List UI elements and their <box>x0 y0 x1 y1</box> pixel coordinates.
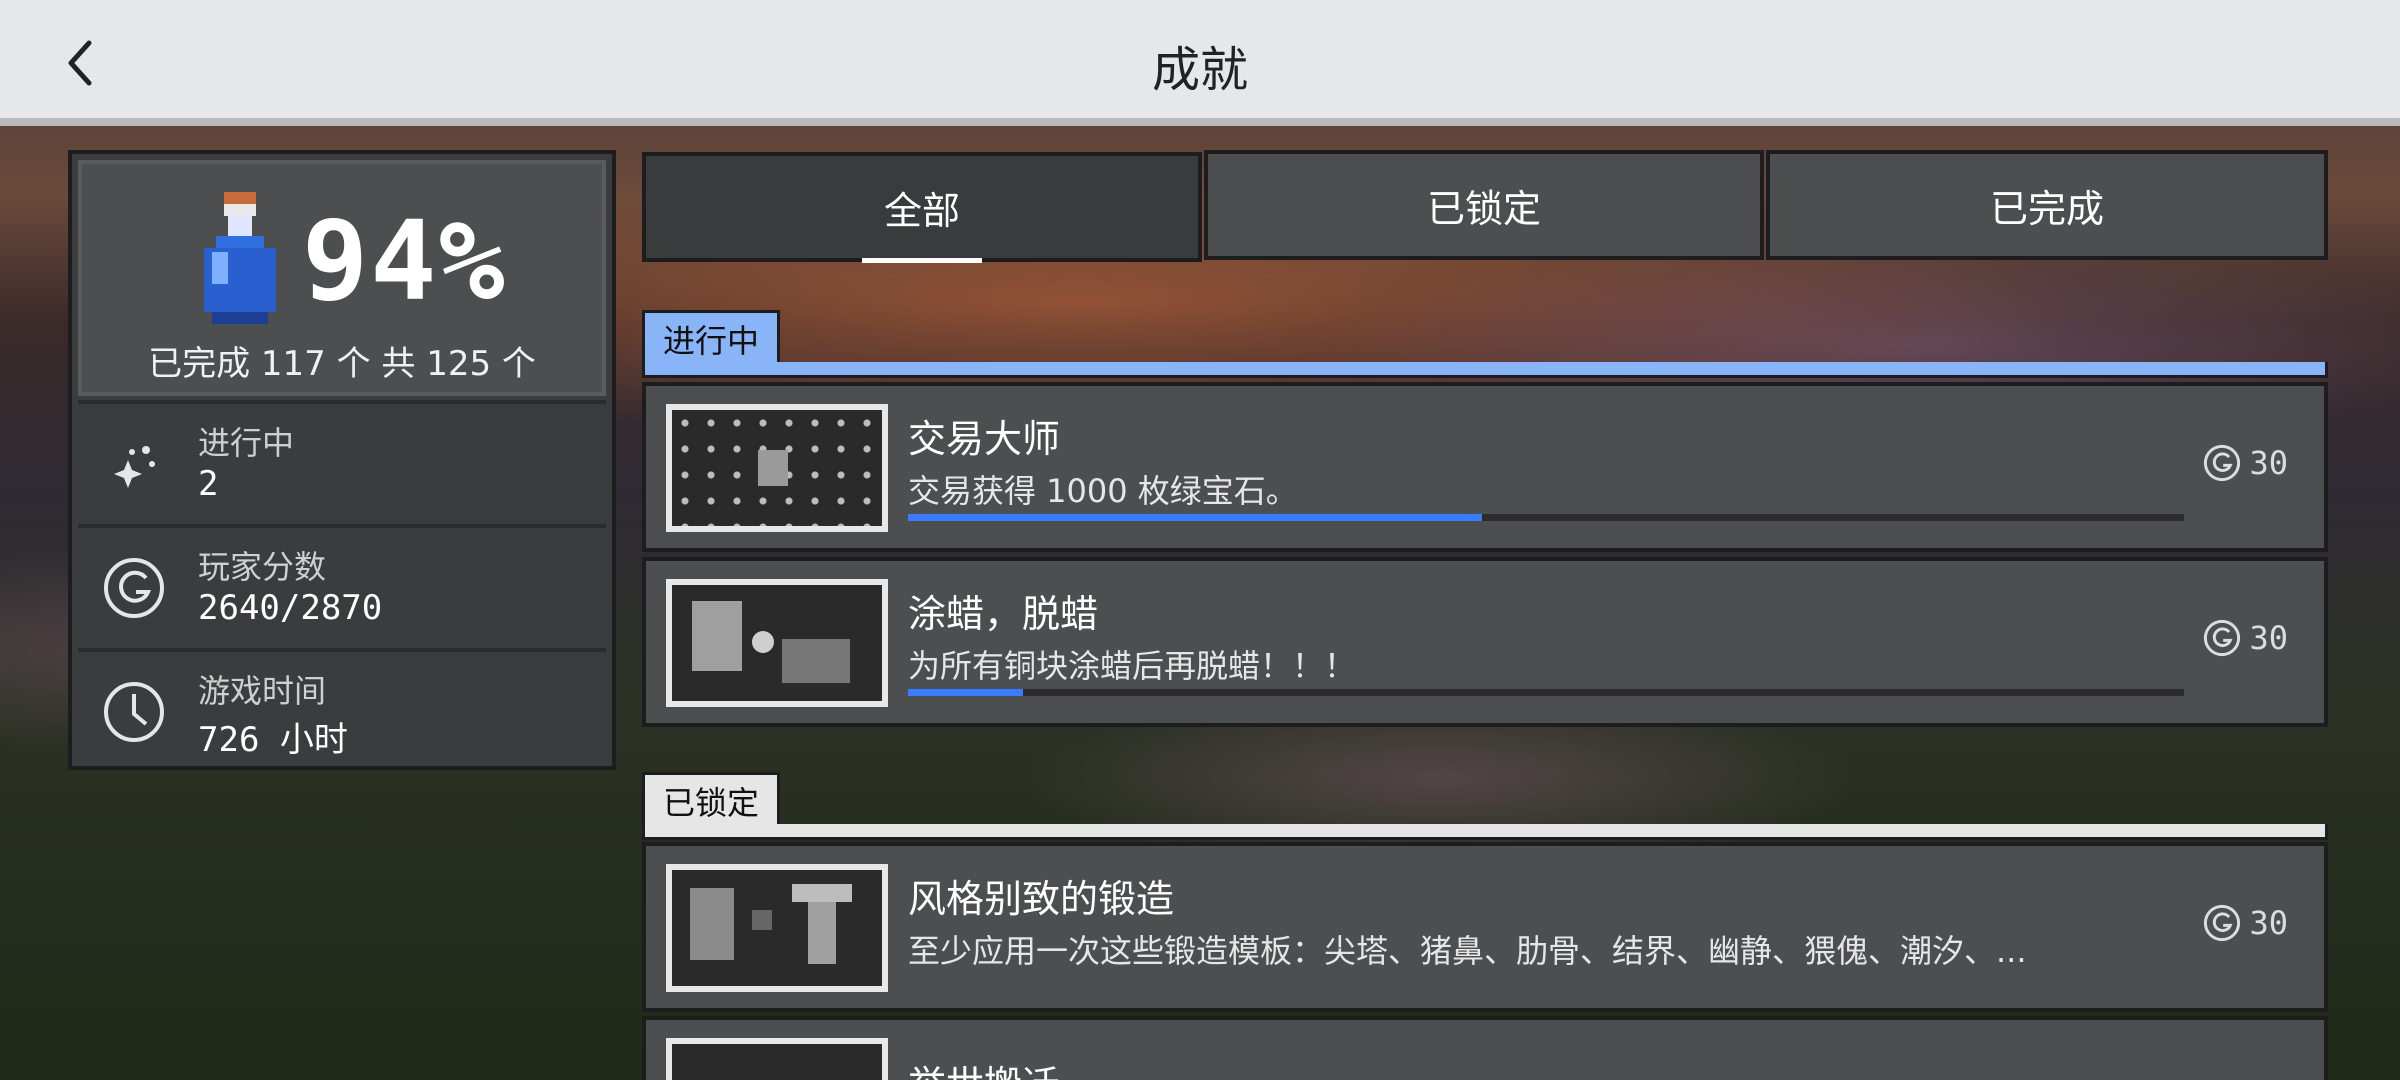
achievement-description: 至少应用一次这些锻造模板：尖塔、猪鼻、肋骨、结界、幽静、猥傀、潮汐、... <box>908 932 2027 970</box>
section-header-locked: 已锁定 <box>642 772 781 826</box>
achievement-score-value: 30 <box>2249 444 2288 482</box>
gamerscore-icon <box>2204 444 2241 482</box>
summary-panel: 94% 已完成 117 个 共 125 个 进行中 2 玩家分数 2640/28… <box>68 150 616 770</box>
stat-label: 游戏时间 <box>198 672 327 710</box>
page-title: 成就 <box>1151 42 1248 98</box>
top-bar: 成就 <box>0 0 2400 126</box>
completion-percent: 94% <box>302 197 507 325</box>
completion-summary: 94% 已完成 117 个 共 125 个 <box>78 160 606 396</box>
tab-all[interactable]: 全部 <box>642 152 1202 262</box>
achievement-card[interactable]: 交易大师 交易获得 1000 枚绿宝石。 30 <box>642 382 2328 552</box>
tab-label: 已锁定 <box>1426 186 1541 231</box>
achievement-score: 30 <box>2203 904 2288 942</box>
achievement-score-value: 30 <box>2249 904 2288 942</box>
achievement-score: 30 <box>2203 619 2288 657</box>
achievement-description: 交易获得 1000 枚绿宝石。 <box>908 472 1298 510</box>
gamerscore-icon <box>104 558 164 618</box>
section-divider <box>642 824 2328 840</box>
gamerscore-icon <box>2204 904 2241 942</box>
achievement-score-value: 30 <box>2249 619 2288 657</box>
achievement-thumbnail <box>666 404 888 532</box>
achievement-title: 风格别致的锻造 <box>908 877 1175 921</box>
gamerscore-icon <box>2204 619 2241 657</box>
stat-value: 726 小时 <box>198 720 348 760</box>
section-header-in-progress: 进行中 <box>642 310 781 364</box>
tab-label: 全部 <box>883 188 960 233</box>
tab-completed[interactable]: 已完成 <box>1766 150 2328 260</box>
achievement-title: 交易大师 <box>908 417 1061 461</box>
achievement-score: 30 <box>2203 444 2288 482</box>
achievement-progress-fill <box>908 514 1483 521</box>
achievement-card[interactable]: 风格别致的锻造 至少应用一次这些锻造模板：尖塔、猪鼻、肋骨、结界、幽静、猥傀、潮… <box>642 842 2328 1012</box>
achievement-title: 涂蜡，脱蜡 <box>908 592 1099 636</box>
achievement-thumbnail <box>666 1038 888 1080</box>
stat-in-progress: 进行中 2 <box>78 400 606 518</box>
completion-count: 已完成 117 个 共 125 个 <box>148 344 536 384</box>
active-tab-indicator <box>862 258 982 263</box>
clock-icon <box>104 682 164 742</box>
achievement-progress-bar <box>908 514 2184 521</box>
section-label: 已锁定 <box>663 783 760 822</box>
stat-label: 进行中 <box>198 424 295 462</box>
tab-locked[interactable]: 已锁定 <box>1204 150 1764 260</box>
stat-value: 2 <box>198 464 219 504</box>
achievement-card[interactable]: 举世搬迁 <box>642 1016 2328 1080</box>
stat-value: 2640/2870 <box>198 588 383 628</box>
section-label: 进行中 <box>663 321 760 360</box>
achievement-thumbnail <box>666 579 888 707</box>
achievement-progress-fill <box>908 689 1023 696</box>
tab-label: 已完成 <box>1989 186 2104 231</box>
sparkles-icon <box>114 446 155 488</box>
stat-gamerscore: 玩家分数 2640/2870 <box>78 524 606 642</box>
section-divider <box>642 362 2328 378</box>
achievement-description: 为所有铜块涂蜡后再脱蜡！！！ <box>908 647 1357 685</box>
achievement-progress-bar <box>908 689 2184 696</box>
stat-label: 玩家分数 <box>198 548 327 586</box>
stat-playtime: 游戏时间 726 小时 <box>78 648 606 766</box>
potion-icon <box>204 192 276 324</box>
achievement-thumbnail <box>666 864 888 992</box>
achievement-title: 举世搬迁 <box>908 1054 1060 1080</box>
achievement-card[interactable]: 涂蜡，脱蜡 为所有铜块涂蜡后再脱蜡！！！ 30 <box>642 557 2328 727</box>
